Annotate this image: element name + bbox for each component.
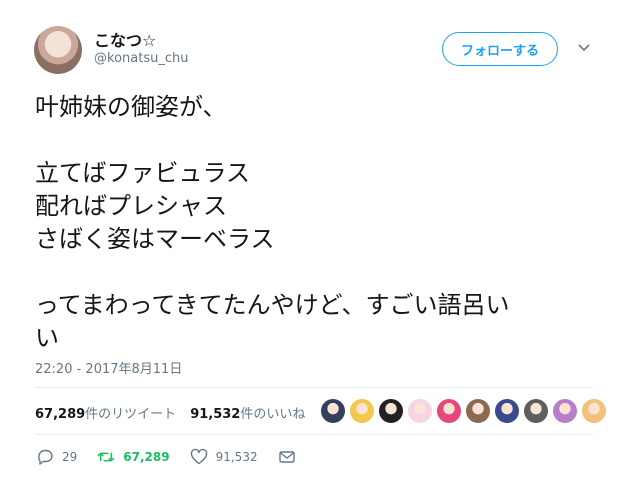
liker-avatar[interactable] [378,398,404,424]
tweet-stats: 67,289件のリツイート 91,532件のいいね [35,403,305,422]
envelope-icon [278,451,295,463]
retweet-icon [97,452,115,462]
action-bar: 29 67,289 91,532 [36,448,316,466]
tweet-timestamp[interactable]: 22:20 - 2017年8月11日 [35,358,182,377]
liker-avatar[interactable] [349,398,375,424]
like-count: 91,532 [215,450,258,464]
like-stat[interactable]: 91,532件のいいね [190,403,305,422]
direct-message-button[interactable] [278,448,296,466]
user-display-name[interactable]: こなつ☆ [94,27,156,51]
divider [35,434,593,435]
retweet-count: 67,289 [123,450,170,464]
reply-button[interactable]: 29 [36,448,77,466]
like-stat-label: 件のいいね [240,407,306,422]
liker-avatar[interactable] [523,398,549,424]
retweet-stat-label: 件のリツイート [85,407,177,422]
divider [35,387,593,388]
liker-avatars [320,398,607,424]
liker-avatar[interactable] [552,398,578,424]
user-avatar[interactable] [34,26,82,74]
retweet-button[interactable]: 67,289 [97,448,170,466]
user-handle[interactable]: @konatsu_chu [94,51,188,66]
liker-avatar[interactable] [465,398,491,424]
reply-icon [38,449,53,465]
reply-count: 29 [62,450,78,464]
liker-avatar[interactable] [494,398,520,424]
retweet-stat[interactable]: 67,289件のリツイート [35,403,176,422]
like-button[interactable]: 91,532 [190,448,258,466]
chevron-down-icon[interactable] [577,40,591,54]
follow-button[interactable]: フォローする [442,32,558,66]
tweet-text: 叶姉妹の御姿が、 立てばファビュラス 配ればプレシャス さばく姿はマーベラス っ… [35,93,510,352]
like-stat-count: 91,532 [190,407,241,422]
liker-avatar[interactable] [407,398,433,424]
retweet-stat-count: 67,289 [35,407,86,422]
liker-avatar[interactable] [581,398,607,424]
heart-icon [190,448,207,465]
liker-avatar[interactable] [436,398,462,424]
liker-avatar[interactable] [320,398,346,424]
